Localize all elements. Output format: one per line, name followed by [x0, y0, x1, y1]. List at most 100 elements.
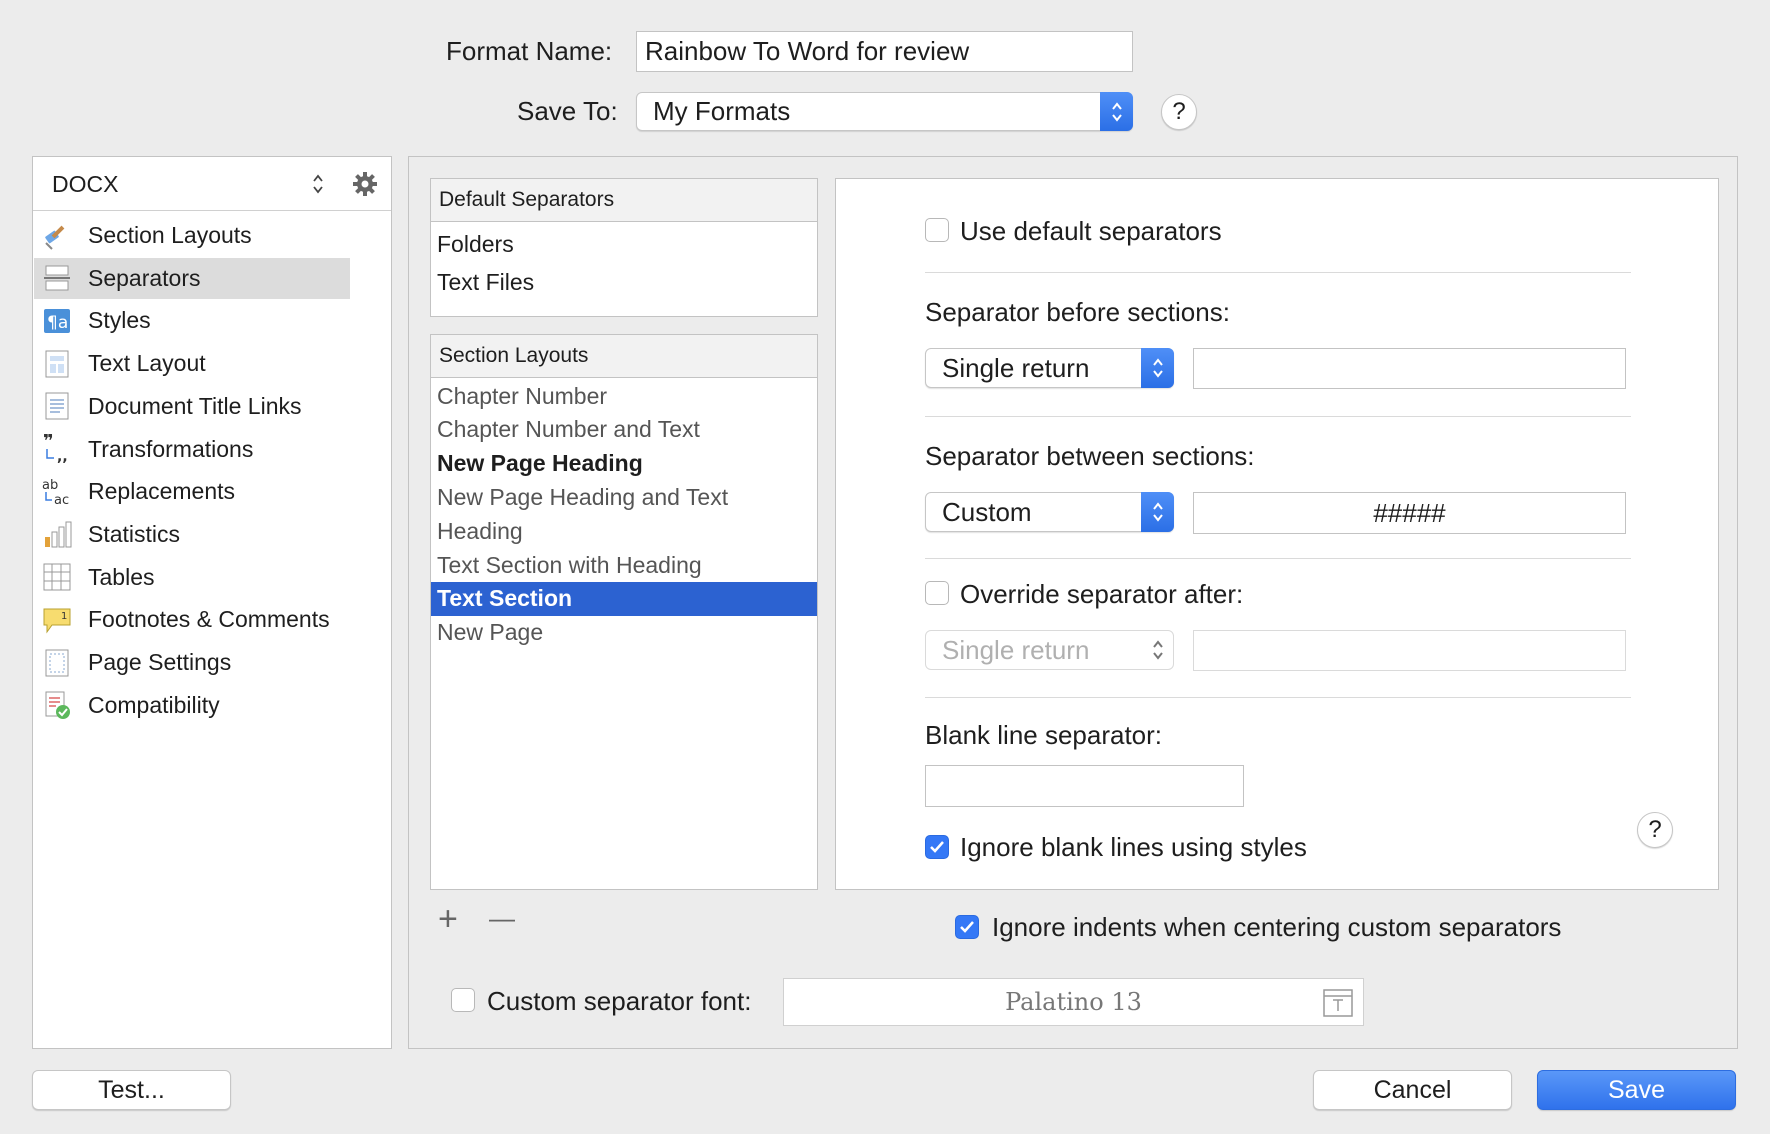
sidebar-item-page-settings[interactable]: Page Settings — [34, 642, 350, 683]
sidebar-item-transformations[interactable]: ❞,, Transformations — [34, 429, 350, 470]
sidebar-item-label: Footnotes & Comments — [88, 606, 330, 633]
sidebar-item-styles[interactable]: ¶a Styles — [34, 300, 350, 341]
ignore-indents-label: Ignore indents when centering custom sep… — [992, 912, 1562, 942]
before-value: Single return — [942, 352, 1090, 383]
sidebar-item-text-layout[interactable]: Text Layout — [34, 343, 350, 384]
sidebar-item-section-layouts[interactable]: Section Layouts — [34, 215, 350, 256]
sidebar-item-statistics[interactable]: Statistics — [34, 514, 350, 555]
sidebar-item-tables[interactable]: Tables — [34, 557, 350, 598]
use-default-checkbox[interactable] — [925, 218, 949, 242]
override-checkbox[interactable] — [925, 581, 949, 605]
checkmark-icon — [960, 921, 974, 933]
between-custom-value: ##### — [1373, 497, 1446, 528]
gear-icon[interactable] — [351, 170, 379, 203]
sidebar-item-document-title-links[interactable]: Document Title Links — [34, 386, 350, 427]
before-label: Separator before sections: — [925, 297, 1230, 327]
save-to-value: My Formats — [653, 96, 791, 126]
list-item[interactable]: Chapter Number — [431, 379, 817, 413]
format-name-input[interactable]: Rainbow To Word for review — [636, 31, 1133, 72]
svg-text:❞: ❞ — [43, 434, 54, 452]
between-custom-input[interactable]: ##### — [1193, 492, 1626, 534]
sidebar-item-label: Replacements — [88, 478, 236, 505]
divider — [925, 558, 1631, 559]
sidebar-title: DOCX — [52, 171, 119, 197]
sidebar-item-label: Page Settings — [88, 649, 232, 675]
sidebar-item-label: Section Layouts — [88, 222, 252, 248]
help-button-options[interactable]: ? — [1637, 812, 1673, 848]
bar-chart-icon — [42, 519, 72, 549]
settings-panel: Default Separators Folders Text Files Se… — [408, 156, 1738, 1049]
blank-line-input[interactable] — [925, 765, 1244, 807]
override-custom-input — [1193, 630, 1626, 671]
divider — [925, 272, 1631, 273]
save-button[interactable]: Save — [1537, 1070, 1736, 1110]
sidebar-item-compatibility[interactable]: Compatibility — [34, 685, 350, 726]
sidebar-item-label: Text Layout — [88, 350, 206, 377]
use-default-label: Use default separators — [960, 216, 1222, 246]
save-to-popup[interactable]: My Formats — [636, 92, 1133, 131]
sidebar-item-label: Tables — [88, 563, 155, 590]
ignore-indents-checkbox[interactable] — [955, 915, 979, 939]
section-layouts-list: Section Layouts Chapter Number Chapter Nu… — [430, 334, 818, 890]
ignore-blank-checkbox[interactable] — [925, 835, 949, 859]
cancel-button[interactable]: Cancel — [1313, 1070, 1512, 1110]
svg-text:ab: ab — [42, 478, 58, 493]
list-item[interactable]: New Page Heading — [431, 447, 817, 481]
text-layout-icon — [42, 349, 72, 379]
list-item[interactable]: Text Section with Heading — [431, 548, 817, 582]
table-icon — [42, 562, 72, 592]
list-item[interactable]: New Page Heading and Text — [431, 480, 817, 514]
popup-arrows-icon — [1141, 630, 1174, 670]
format-name-label: Format Name: — [446, 36, 613, 66]
font-value: Palatino 13 — [1005, 988, 1142, 1016]
between-popup[interactable]: Custom — [925, 492, 1174, 532]
test-button[interactable]: Test... — [32, 1070, 231, 1110]
sidebar: DOCX Section Layouts Separators ¶a Styles Te… — [32, 156, 392, 1049]
sidebar-stepper-icon[interactable] — [311, 171, 325, 202]
separator-icon — [42, 263, 72, 293]
list-item[interactable]: New Page — [431, 616, 817, 650]
save-to-label: Save To: — [517, 96, 618, 126]
svg-text:,,: ,, — [57, 449, 68, 464]
compatibility-icon — [42, 690, 72, 720]
add-layout-button[interactable]: + — [438, 900, 458, 939]
font-picker-icon[interactable] — [1323, 989, 1353, 1024]
sidebar-item-label: Compatibility — [88, 691, 220, 718]
help-button-top[interactable]: ? — [1161, 94, 1197, 130]
blank-line-label: Blank line separator: — [925, 720, 1163, 750]
custom-font-label: Custom separator font: — [487, 986, 752, 1016]
list-item[interactable]: Chapter Number and Text — [431, 413, 817, 447]
override-value: Single return — [942, 634, 1090, 665]
before-custom-input[interactable] — [1193, 348, 1626, 389]
styles-icon: ¶a — [42, 306, 72, 336]
between-label: Separator between sections: — [925, 441, 1255, 471]
sidebar-item-label: Styles — [88, 307, 151, 334]
font-field[interactable]: Palatino 13 — [783, 978, 1364, 1026]
brush-icon — [42, 221, 72, 251]
popup-arrows-icon — [1141, 492, 1174, 532]
list-item[interactable]: Heading — [431, 514, 817, 548]
remove-layout-button[interactable]: — — [489, 903, 515, 934]
svg-text:¶a: ¶a — [47, 313, 68, 333]
between-value: Custom — [942, 496, 1032, 527]
sidebar-item-replacements[interactable]: ab ac Replacements — [34, 471, 350, 512]
svg-text:1: 1 — [61, 611, 67, 622]
help-label: ? — [1172, 98, 1186, 125]
sidebar-item-separators[interactable]: Separators — [34, 257, 350, 299]
list-item[interactable]: Text Files — [431, 265, 817, 299]
page-settings-icon — [42, 648, 72, 678]
before-popup[interactable]: Single return — [925, 348, 1174, 388]
checkmark-icon — [930, 841, 944, 853]
popup-arrows-icon — [1100, 92, 1133, 131]
sidebar-item-label: Transformations — [88, 435, 254, 462]
popup-arrows-icon — [1141, 348, 1174, 388]
document-icon — [42, 391, 72, 421]
section-layouts-header: Section Layouts — [431, 335, 817, 378]
list-item[interactable]: Text Section — [431, 581, 817, 616]
replace-icon: ab ac — [42, 477, 72, 507]
list-item[interactable]: Folders — [431, 227, 817, 261]
sidebar-item-footnotes-comments[interactable]: 1 Footnotes & Comments — [34, 599, 350, 640]
divider — [925, 416, 1631, 417]
override-popup: Single return — [925, 630, 1174, 670]
custom-font-checkbox[interactable] — [451, 988, 475, 1012]
